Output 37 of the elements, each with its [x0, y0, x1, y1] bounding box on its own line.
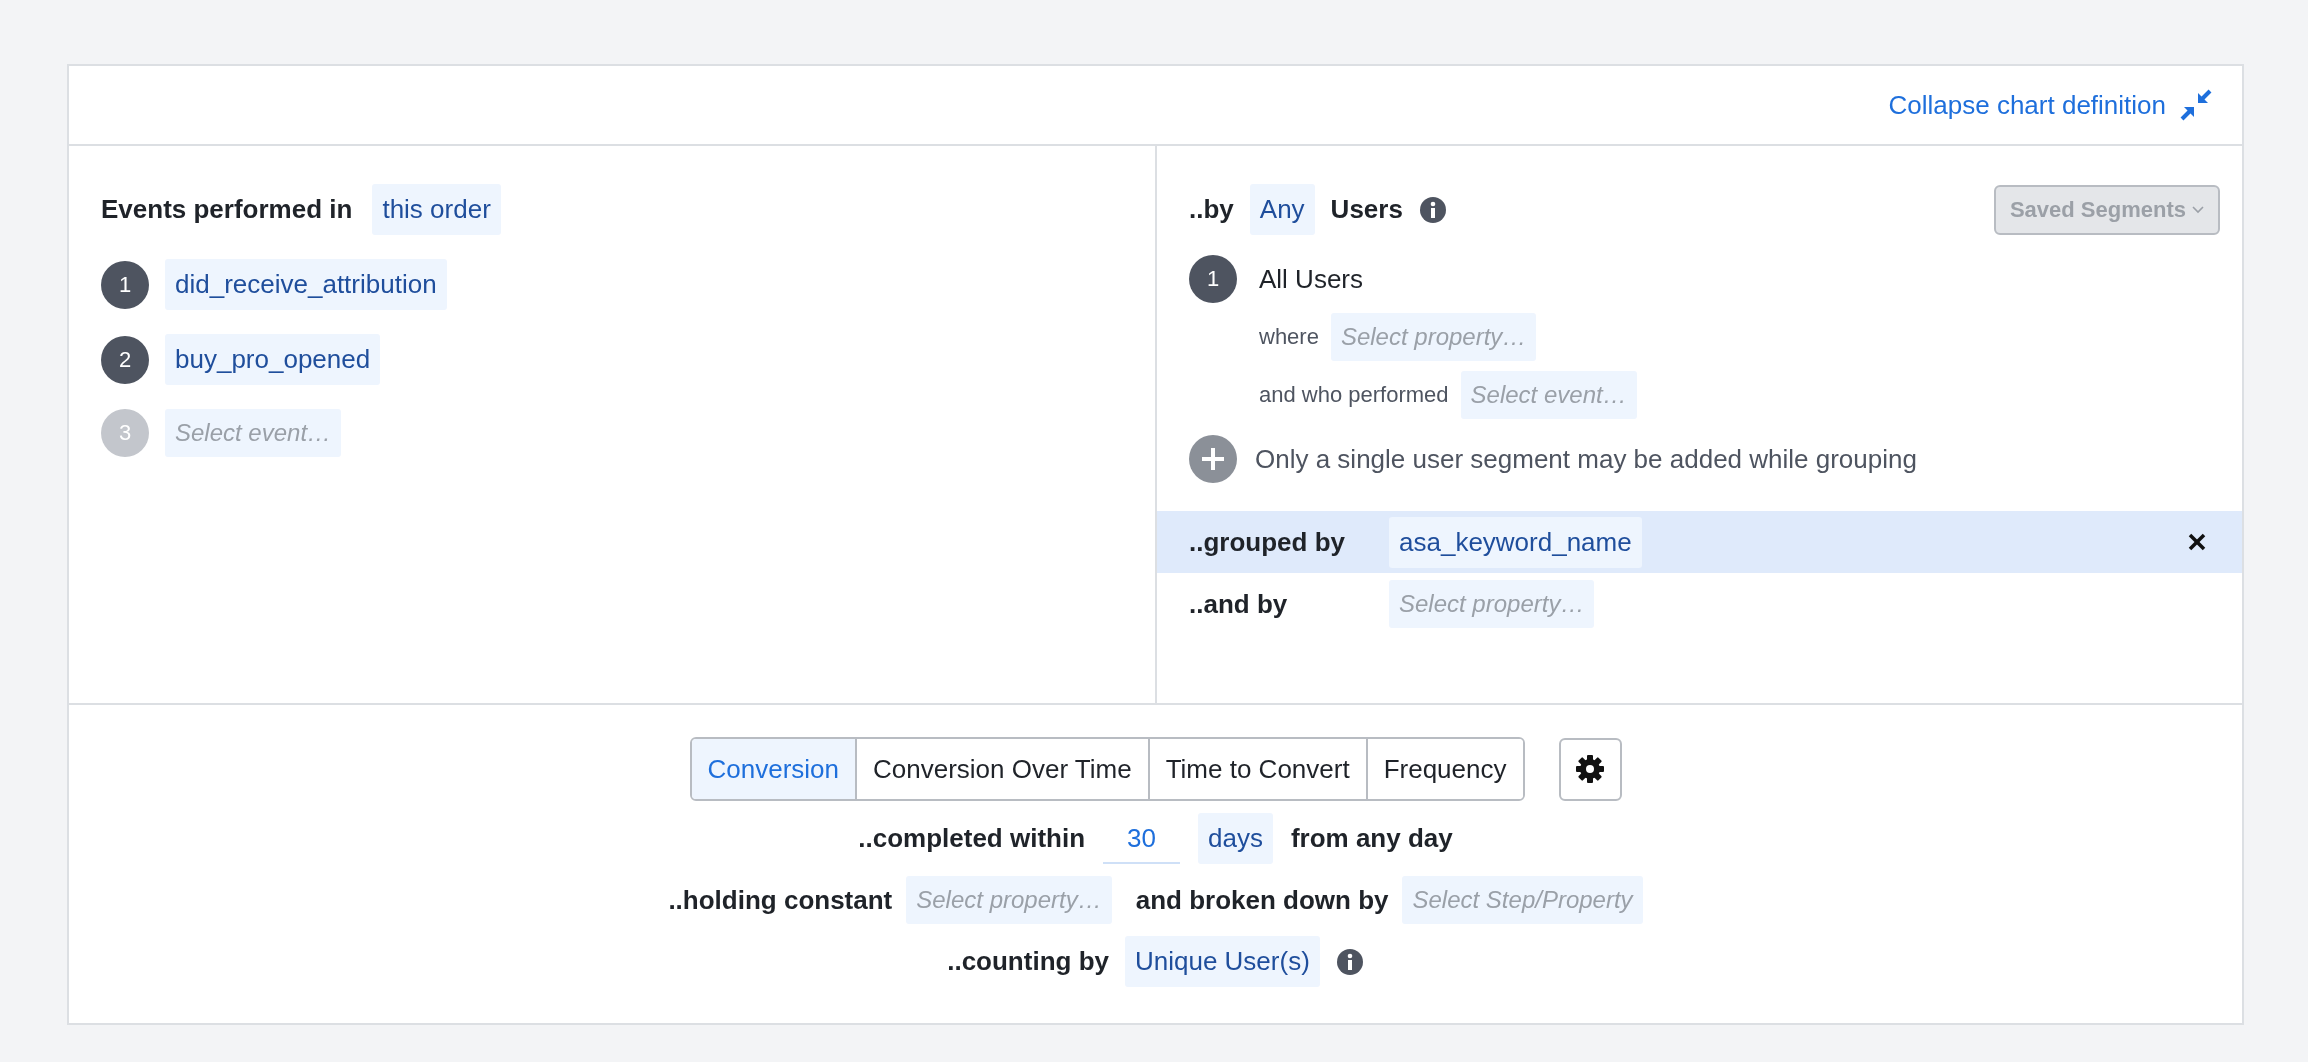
unit-select[interactable]: days — [1198, 813, 1273, 864]
days-field[interactable]: 30 — [1103, 813, 1180, 864]
completed-label: ..completed within — [858, 823, 1086, 854]
close-icon[interactable] — [2188, 533, 2206, 551]
info-icon[interactable] — [1418, 195, 1447, 224]
users-label: Users — [1330, 194, 1403, 225]
chart-type-tab[interactable]: Frequency — [1365, 739, 1523, 799]
performed-label: and who performed — [1259, 382, 1449, 408]
collapse-icon — [2180, 89, 2212, 121]
segment-note: Only a single user segment may be added while grouping — [1255, 443, 1917, 475]
step-number: 1 — [101, 260, 149, 309]
order-select[interactable]: this order — [372, 184, 501, 235]
events-label: Events performed in — [101, 194, 353, 225]
chart-type-tab[interactable]: Conversion — [691, 739, 855, 799]
add-icon[interactable] — [1189, 435, 1237, 483]
caret-icon — [2192, 205, 2204, 214]
segment-number: 1 — [1189, 255, 1237, 303]
step-number: 3 — [101, 409, 149, 457]
user-scope-select[interactable]: Any — [1249, 184, 1315, 235]
breakdown-label: and broken down by — [1135, 884, 1389, 916]
step-number: 2 — [101, 335, 149, 384]
where-label: where — [1259, 324, 1319, 350]
group-property-chip[interactable]: asa_keyword_name — [1389, 516, 1642, 568]
counting-select[interactable]: Unique User(s) — [1124, 936, 1320, 987]
event-chip[interactable]: did_receive_attribution — [165, 259, 447, 310]
event-chip[interactable]: buy_pro_opened — [165, 334, 381, 385]
settings-button[interactable] — [1558, 737, 1622, 801]
counting-label: ..counting by — [947, 946, 1109, 977]
settings-icon — [1574, 753, 1606, 785]
holding-label: ..holding constant — [668, 884, 893, 916]
by-label: ..by — [1189, 194, 1234, 225]
collapse-chart-definition-link[interactable]: Collapse chart definition — [1888, 89, 2212, 121]
info-icon[interactable] — [1335, 947, 1364, 976]
from-any-day-label: from any day — [1290, 823, 1453, 854]
grouping-label: ..grouped by — [1189, 526, 1346, 558]
grouping-label: ..and by — [1189, 588, 1289, 620]
segment-name: All Users — [1259, 263, 1363, 295]
